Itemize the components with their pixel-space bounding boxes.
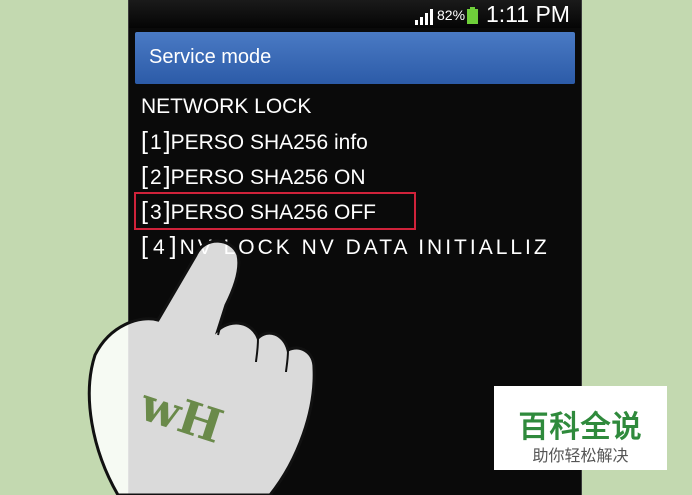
watermark-title: 百科全说 (518, 411, 643, 444)
menu-item-nv-lock[interactable]: [4]NV LOCK NV DATA INITIALLIZ (141, 232, 550, 261)
battery-icon (467, 7, 478, 24)
menu-item-index: 2 (149, 166, 162, 189)
selection-highlight (134, 192, 416, 230)
watermark: 百科全说 助你轻松解决 (494, 386, 667, 470)
menu-item-label: PERSO SHA256 ON (170, 166, 366, 189)
status-bar: 82% 1:11 PM (129, 0, 581, 28)
watermark-subtitle: 助你轻松解决 (532, 448, 629, 465)
menu-item-perso-info[interactable]: [1]PERSO SHA256 info (141, 127, 368, 156)
menu-item-index: 4 (152, 236, 168, 259)
title-bar: Service mode (135, 32, 575, 84)
menu-header: NETWORK LOCK (141, 95, 312, 118)
signal-icon (415, 9, 433, 25)
menu-item-label: NV LOCK NV DATA INITIALLIZ (179, 236, 550, 259)
menu-item-perso-on[interactable]: [2]PERSO SHA256 ON (141, 162, 366, 191)
page-title: Service mode (149, 46, 272, 68)
menu-item-index: 1 (149, 131, 162, 154)
menu-item-label: PERSO SHA256 info (170, 131, 368, 154)
status-clock: 1:11 PM (486, 1, 570, 27)
battery-percent: 82% (437, 7, 466, 23)
